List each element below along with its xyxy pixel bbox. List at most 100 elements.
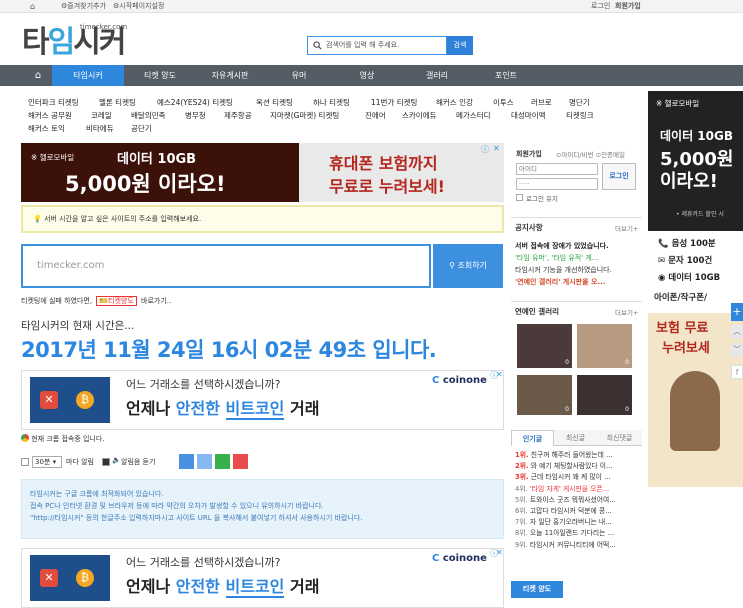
list-item[interactable]: 9위. 타임시커 커뮤니티티에 어떡...: [515, 540, 642, 551]
quick-link[interactable]: 11번가 티켓팅: [371, 97, 417, 108]
quick-link[interactable]: 비타에듀: [86, 123, 114, 134]
ad-left-panel: ※ 헬로모바일 데이터 10GB 5,000원 이라오!: [21, 143, 299, 202]
tab-popular[interactable]: 인기글: [511, 430, 554, 446]
list-item[interactable]: 4위. '타임 자게' 게시판을 오픈...: [515, 484, 642, 495]
quick-link[interactable]: 메가스터디: [456, 110, 491, 121]
right-side-ad[interactable]: ※ 헬로모바일 데이터 10GB 5,000원 이라오! • 제휴카드 할인 시…: [648, 91, 743, 487]
join-link[interactable]: 회원가입: [615, 0, 641, 13]
bookmark-link[interactable]: ⚙즐겨찾기추가: [61, 0, 106, 13]
sound-checkbox[interactable]: [102, 458, 110, 466]
list-item[interactable]: 8위. 오늘 11아일랜드 기다리는 ...: [515, 528, 642, 539]
gallery-thumb[interactable]: 0: [517, 375, 572, 415]
tab-latest-comments[interactable]: 최신댓글: [597, 430, 642, 446]
notice-item[interactable]: '타임 유머', '타임 유적' 게...: [515, 253, 639, 263]
quick-link[interactable]: 예스24(YES24) 티켓팅: [157, 97, 233, 108]
ad-close-icon[interactable]: ✕: [496, 549, 503, 557]
lookup-button[interactable]: ⚲ 조회하기: [433, 244, 503, 288]
nav-item-gallery[interactable]: 갤러리: [414, 65, 460, 86]
quick-link[interactable]: 대성마이맥: [511, 110, 546, 121]
notice-item[interactable]: '연예인 갤러리' 게시판을 오...: [515, 277, 639, 287]
notice-item[interactable]: 타임시커 기능을 개선하였습니다.: [515, 265, 639, 275]
ad-line1: 데이터 10GB: [660, 129, 733, 143]
color-swatch-blue[interactable]: [179, 454, 194, 469]
plus-icon[interactable]: +: [731, 303, 743, 321]
quick-link[interactable]: 코레일: [91, 110, 112, 121]
interval-select[interactable]: 30분 ▾: [32, 456, 62, 468]
quick-link[interactable]: 공단기: [131, 123, 152, 134]
search-input[interactable]: 검색어를 입력 해 주세요.: [307, 36, 447, 55]
quick-link[interactable]: 옥션 티켓팅: [256, 97, 293, 108]
gallery-thumb[interactable]: 0: [577, 375, 632, 415]
login-link[interactable]: 로그인: [591, 0, 610, 13]
ad-info-icon[interactable]: ⓘ: [481, 144, 489, 155]
quick-link[interactable]: 명단기: [569, 97, 590, 108]
notice-item[interactable]: 서버 접속에 장애가 있었습니다.: [515, 241, 639, 251]
nav-item-timecker[interactable]: 타임시커: [52, 65, 124, 86]
quick-link[interactable]: 하나 티켓팅: [313, 97, 350, 108]
quick-link[interactable]: 티켓링크: [566, 110, 594, 121]
ticket-transfer-tag[interactable]: 🎫티켓양도: [96, 296, 137, 306]
quick-link[interactable]: 해커스 인강: [436, 97, 473, 108]
keep-login-checkbox[interactable]: [516, 194, 523, 201]
logo-text: 타임시커: [22, 25, 126, 60]
list-item[interactable]: 2위. 와 예기 체팅할사람있다 이...: [515, 461, 642, 472]
gallery-thumb[interactable]: 0: [517, 324, 572, 368]
color-swatch-red[interactable]: [233, 454, 248, 469]
chevron-up-icon[interactable]: ︿: [731, 325, 743, 339]
quick-link[interactable]: 스카이에듀: [402, 110, 437, 121]
url-input[interactable]: timecker.com: [21, 244, 431, 288]
ad-close-icon[interactable]: ✕: [496, 371, 503, 379]
alarm-checkbox[interactable]: [21, 458, 29, 466]
password-field[interactable]: ·····: [516, 178, 598, 190]
login-tab[interactable]: 회원가입: [516, 149, 542, 159]
nav-item-ticket-transfer[interactable]: 티켓 양도: [124, 65, 196, 86]
server-time-notice: 💡 서버 시간을 알고 싶은 사이트의 주소를 입력해보세요.: [21, 205, 504, 233]
popular-list: 1위. 친구꺼 해주러 들어왔는데 ... 2위. 와 예기 체팅할사람있다 이…: [515, 450, 642, 551]
notice-more-link[interactable]: 더보기+: [615, 223, 638, 233]
quick-link[interactable]: 지마켓(G마켓) 티켓팅: [270, 110, 339, 121]
ticket-transfer-tab[interactable]: 티켓 양도: [511, 581, 563, 598]
nav-item-video[interactable]: 영상: [344, 65, 390, 86]
id-field[interactable]: 아이디: [516, 163, 598, 175]
gallery-more-link[interactable]: 더보기+: [615, 307, 638, 317]
search-button[interactable]: 검색: [447, 36, 473, 55]
quick-link[interactable]: 해커스 공무원: [28, 110, 72, 121]
chevron-down-icon[interactable]: ﹀: [731, 343, 743, 357]
quick-link[interactable]: 이투스: [493, 97, 514, 108]
ad-close-icon[interactable]: ✕: [493, 144, 500, 153]
homepage-link[interactable]: ⚙시작페이지설정: [113, 0, 164, 13]
nav-item-humor[interactable]: 유머: [276, 65, 322, 86]
coinone-ad[interactable]: ✕ ₿ 어느 거래소를 선택하시겠습니까? 언제나 안전한 비트코인 거래 C …: [21, 370, 504, 430]
home-icon[interactable]: ⌂: [30, 0, 35, 13]
nav-home-icon[interactable]: ⌂: [24, 65, 52, 86]
quick-link[interactable]: 멜론 티켓팅: [99, 97, 136, 108]
color-swatch-green[interactable]: [215, 454, 230, 469]
list-item[interactable]: 5위. 트와이스 굿즈 뭐뭐사셨어여...: [515, 495, 642, 506]
find-id-link[interactable]: ⊙아이디/비번 ⊙인증메일: [556, 149, 625, 159]
list-item[interactable]: 7위. 자 일단 홍기오라버니는 내...: [515, 517, 642, 528]
tab-latest[interactable]: 최신글: [554, 430, 597, 446]
list-item[interactable]: 1위. 친구꺼 해주러 들어왔는데 ...: [515, 450, 642, 461]
quick-link[interactable]: 배달의민족: [131, 110, 166, 121]
gallery-thumb[interactable]: 0: [577, 324, 632, 368]
login-button[interactable]: 로그인: [602, 163, 636, 190]
quick-link[interactable]: 제주항공: [224, 110, 252, 121]
list-item[interactable]: 6위. 고맙다 타임시커 덕분에 콩...: [515, 506, 642, 517]
quick-link[interactable]: 진에어: [365, 110, 386, 121]
quick-link[interactable]: 병무청: [185, 110, 206, 121]
list-item[interactable]: 3위. 근데 타임시커 왜 케 많이 ...: [515, 472, 642, 483]
nav-item-free-board[interactable]: 자유게시판: [196, 65, 264, 86]
ad-graphic: ✕ ₿: [30, 555, 110, 601]
quick-link[interactable]: 해커스 토익: [28, 123, 65, 134]
site-logo[interactable]: timecker.com 타임시커: [22, 20, 142, 64]
ad-brand: ※ 헬로모바일: [31, 153, 75, 162]
top-ad-banner[interactable]: ※ 헬로모바일 데이터 10GB 5,000원 이라오! 휴대폰 보험까지 무료…: [21, 143, 504, 202]
coinone-ad-2[interactable]: ✕ ₿ 어느 거래소를 선택하시겠습니까? 언제나 안전한 비트코인 거래 C …: [21, 548, 504, 608]
quick-link[interactable]: 러브로: [531, 97, 552, 108]
browser-status: 현재 크롬 접속중 입니다.: [21, 434, 105, 444]
color-swatch-lightblue[interactable]: [197, 454, 212, 469]
quick-link[interactable]: 인터파크 티켓팅: [28, 97, 79, 108]
nav-item-point[interactable]: 포인트: [480, 65, 532, 86]
chrome-icon: [21, 434, 29, 442]
facebook-icon[interactable]: f: [731, 365, 743, 379]
